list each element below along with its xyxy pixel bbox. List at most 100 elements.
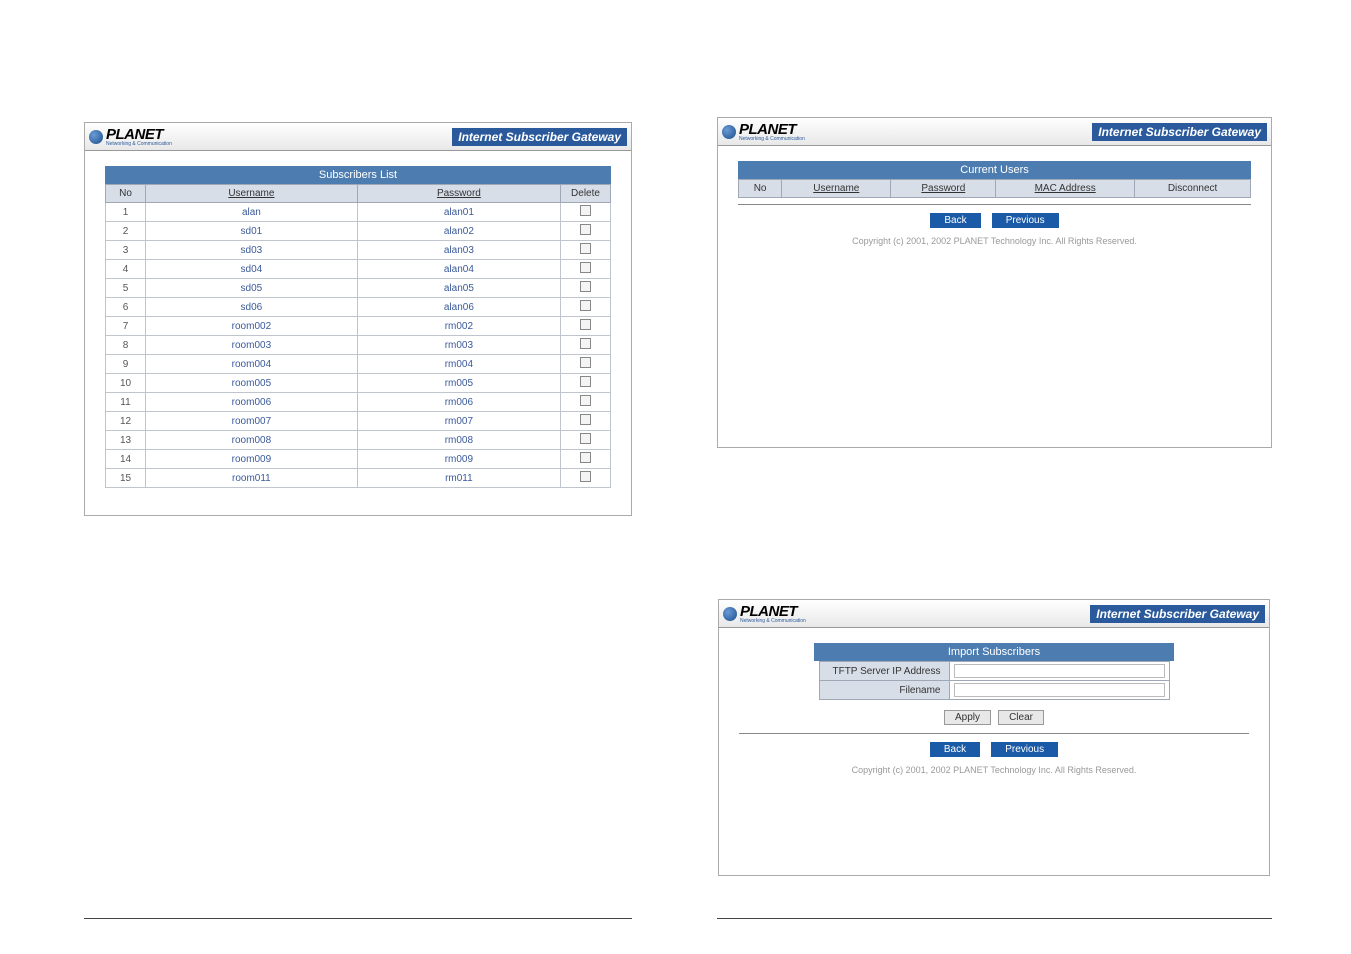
row-username: room002 (146, 317, 358, 336)
panel-header: PLANET Networking & Communication Intern… (85, 123, 631, 151)
subscribers-list-panel: PLANET Networking & Communication Intern… (84, 122, 632, 516)
delete-checkbox[interactable] (580, 471, 591, 482)
row-delete-cell (561, 279, 611, 298)
delete-checkbox[interactable] (580, 281, 591, 292)
row-username: room005 (146, 374, 358, 393)
brand-logo: PLANET Networking & Communication (723, 603, 806, 624)
row-delete-cell (561, 260, 611, 279)
row-username: sd04 (146, 260, 358, 279)
current-users-table: No Username Password MAC Address Disconn… (738, 179, 1251, 198)
back-button[interactable]: Back (930, 213, 980, 228)
col-delete: Delete (561, 185, 611, 203)
row-username: sd01 (146, 222, 358, 241)
row-username: room004 (146, 355, 358, 374)
delete-checkbox[interactable] (580, 338, 591, 349)
table-row: 15room011rm011 (106, 469, 611, 488)
row-username: sd06 (146, 298, 358, 317)
delete-checkbox[interactable] (580, 205, 591, 216)
delete-checkbox[interactable] (580, 319, 591, 330)
tftp-input[interactable] (954, 664, 1165, 678)
row-username: room008 (146, 431, 358, 450)
row-no: 5 (106, 279, 146, 298)
brand-tagline: Networking & Communication (740, 618, 806, 624)
row-no: 15 (106, 469, 146, 488)
row-password: rm003 (357, 336, 560, 355)
delete-checkbox[interactable] (580, 262, 591, 273)
table-row: 6sd06alan06 (106, 298, 611, 317)
col-username[interactable]: Username (782, 180, 891, 198)
footer-rule (717, 918, 1272, 919)
row-no: 11 (106, 393, 146, 412)
row-delete-cell (561, 203, 611, 222)
product-title: Internet Subscriber Gateway (452, 128, 627, 146)
delete-checkbox[interactable] (580, 300, 591, 311)
col-password[interactable]: Password (357, 185, 560, 203)
previous-button[interactable]: Previous (991, 742, 1058, 757)
row-password: alan01 (357, 203, 560, 222)
panel-header: PLANET Networking & Communication Intern… (719, 600, 1269, 628)
row-no: 3 (106, 241, 146, 260)
row-username: alan (146, 203, 358, 222)
row-password: rm004 (357, 355, 560, 374)
import-subscribers-panel: PLANET Networking & Communication Intern… (718, 599, 1270, 876)
row-no: 2 (106, 222, 146, 241)
row-delete-cell (561, 355, 611, 374)
row-no: 12 (106, 412, 146, 431)
col-no: No (106, 185, 146, 203)
row-username: room007 (146, 412, 358, 431)
row-password: alan02 (357, 222, 560, 241)
delete-checkbox[interactable] (580, 452, 591, 463)
copyright-text: Copyright (c) 2001, 2002 PLANET Technolo… (739, 765, 1249, 775)
apply-button[interactable]: Apply (944, 710, 991, 725)
row-no: 14 (106, 450, 146, 469)
product-title: Internet Subscriber Gateway (1090, 605, 1265, 623)
row-password: rm008 (357, 431, 560, 450)
separator (738, 204, 1251, 205)
row-username: room009 (146, 450, 358, 469)
back-button[interactable]: Back (930, 742, 980, 757)
delete-checkbox[interactable] (580, 357, 591, 368)
row-delete-cell (561, 431, 611, 450)
row-delete-cell (561, 450, 611, 469)
table-row: 13room008rm008 (106, 431, 611, 450)
row-delete-cell (561, 393, 611, 412)
row-password: alan04 (357, 260, 560, 279)
table-row: 1alanalan01 (106, 203, 611, 222)
row-no: 6 (106, 298, 146, 317)
section-title: Import Subscribers (814, 643, 1174, 661)
delete-checkbox[interactable] (580, 395, 591, 406)
row-username: room006 (146, 393, 358, 412)
section-title: Subscribers List (105, 166, 611, 184)
import-form-table: TFTP Server IP Address Filename (819, 661, 1170, 700)
product-title: Internet Subscriber Gateway (1092, 123, 1267, 141)
filename-label: Filename (819, 681, 949, 700)
logo-globe-icon (723, 607, 737, 621)
filename-input[interactable] (954, 683, 1165, 697)
tftp-label: TFTP Server IP Address (819, 662, 949, 681)
delete-checkbox[interactable] (580, 224, 591, 235)
table-row: 14room009rm009 (106, 450, 611, 469)
previous-button[interactable]: Previous (992, 213, 1059, 228)
col-username[interactable]: Username (146, 185, 358, 203)
table-row: 5sd05alan05 (106, 279, 611, 298)
table-row: 4sd04alan04 (106, 260, 611, 279)
delete-checkbox[interactable] (580, 433, 591, 444)
section-title: Current Users (738, 161, 1251, 179)
delete-checkbox[interactable] (580, 376, 591, 387)
row-password: rm007 (357, 412, 560, 431)
brand-tagline: Networking & Communication (106, 141, 172, 147)
col-password[interactable]: Password (891, 180, 996, 198)
row-delete-cell (561, 222, 611, 241)
delete-checkbox[interactable] (580, 414, 591, 425)
row-no: 7 (106, 317, 146, 336)
table-row: 12room007rm007 (106, 412, 611, 431)
row-password: rm005 (357, 374, 560, 393)
table-row: 10room005rm005 (106, 374, 611, 393)
delete-checkbox[interactable] (580, 243, 591, 254)
row-username: sd03 (146, 241, 358, 260)
row-delete-cell (561, 336, 611, 355)
row-password: alan05 (357, 279, 560, 298)
clear-button[interactable]: Clear (998, 710, 1044, 725)
col-mac[interactable]: MAC Address (996, 180, 1135, 198)
panel-header: PLANET Networking & Communication Intern… (718, 118, 1271, 146)
